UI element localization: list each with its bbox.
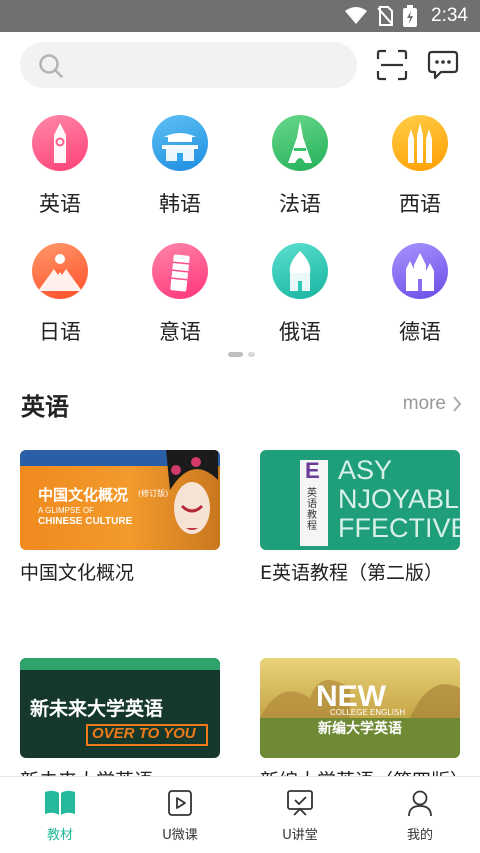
cover-title: 新编大学英语 <box>318 721 402 737</box>
status-time: 2:34 <box>431 5 468 26</box>
book-cover[interactable]: 新未来大学英语 OVER TO YOU <box>20 658 220 758</box>
leaning-tower-icon <box>152 243 208 299</box>
tab-label: U微课 <box>162 828 198 843</box>
book-card[interactable]: E 英语教程 ASY NJOYABLE FFECTIVE E英语教程（第二版） <box>260 450 460 587</box>
lecture-icon <box>287 790 313 816</box>
user-icon <box>408 790 432 817</box>
category-label: 法语 <box>279 192 321 216</box>
book-title: E英语教程（第二版） <box>260 562 444 584</box>
more-label: more <box>402 393 446 414</box>
tab-label: U讲堂 <box>282 828 318 843</box>
book-card[interactable]: 中国文化概况 (修订版) A GLIMPSE OF CHINESE CULTUR… <box>20 450 220 587</box>
big-ben-icon <box>32 115 88 171</box>
category-label: 俄语 <box>279 320 321 344</box>
tab-micro-lessons[interactable]: U微课 <box>120 789 240 843</box>
sagrada-familia-icon <box>392 115 448 171</box>
book-card[interactable]: 新未来大学英语 OVER TO YOU 新未来大学英语 <box>20 658 220 795</box>
category-label: 英语 <box>39 192 81 216</box>
onion-dome-icon <box>272 243 328 299</box>
tab-lectures[interactable]: U讲堂 <box>240 789 360 843</box>
tab-profile[interactable]: 我的 <box>360 789 480 843</box>
category-russian[interactable]: 俄语 <box>240 243 360 346</box>
book-title: 中国文化概况 <box>20 562 135 584</box>
wifi-icon <box>345 7 368 24</box>
category-german[interactable]: 德语 <box>360 243 480 346</box>
category-italian[interactable]: 意语 <box>120 243 240 346</box>
cover-subtitle: COLLEGE ENGLISH <box>330 708 406 717</box>
cover-title: 中国文化概况 <box>38 486 129 504</box>
book-card[interactable]: NEW COLLEGE ENGLISH 新编大学英语 新编大学英语（第四版） <box>260 658 469 795</box>
book-cover[interactable]: NEW COLLEGE ENGLISH 新编大学英语 <box>260 658 460 758</box>
mount-fuji-icon <box>32 243 88 299</box>
cover-slogan: ASY NJOYABLE FFECTIVE <box>338 455 460 543</box>
category-japanese[interactable]: 日语 <box>0 243 120 346</box>
play-icon <box>168 790 192 816</box>
category-label: 西语 <box>399 192 441 216</box>
category-french[interactable]: 法语 <box>240 115 360 218</box>
category-label: 意语 <box>159 320 201 344</box>
cover-subtitle: CHINESE CULTURE <box>38 516 133 527</box>
cover-subtitle: OVER TO YOU <box>92 725 196 742</box>
scan-icon[interactable] <box>376 49 408 81</box>
cover-title: 英语教程 <box>307 488 317 532</box>
category-label: 日语 <box>39 320 81 344</box>
cover-title: 新未来大学英语 <box>30 698 164 720</box>
category-label: 德语 <box>399 320 441 344</box>
category-english[interactable]: 英语 <box>0 115 120 218</box>
category-korean[interactable]: 韩语 <box>120 115 240 218</box>
section-title: 英语 <box>21 393 69 421</box>
search-icon <box>39 54 63 78</box>
battery-icon <box>403 5 418 27</box>
tab-label: 我的 <box>406 828 433 843</box>
tab-label: 教材 <box>46 828 73 843</box>
tab-textbooks[interactable]: 教材 <box>0 789 120 843</box>
castle-icon <box>392 243 448 299</box>
search-input[interactable] <box>20 42 357 88</box>
no-sim-icon <box>377 6 394 26</box>
chevron-right-icon <box>453 396 462 412</box>
book-cover[interactable]: E 英语教程 ASY NJOYABLE FFECTIVE <box>260 450 460 550</box>
cover-subtitle: A GLIMPSE OF <box>38 506 95 515</box>
more-link[interactable]: more <box>403 393 462 415</box>
palace-icon <box>152 115 208 171</box>
opera-mask-illustration <box>166 450 218 534</box>
category-spanish[interactable]: 西语 <box>360 115 480 218</box>
cover-letter: E <box>305 458 320 483</box>
bottom-tab-bar: 教材 U微课 U讲堂 我的 <box>0 776 480 853</box>
message-icon[interactable] <box>427 50 459 80</box>
book-cover[interactable]: 中国文化概况 (修订版) A GLIMPSE OF CHINESE CULTUR… <box>20 450 220 550</box>
page-indicator <box>228 352 255 357</box>
eiffel-tower-icon <box>272 115 328 171</box>
book-icon <box>45 790 75 815</box>
status-bar: 2:34 <box>0 0 480 32</box>
category-label: 韩语 <box>159 192 201 216</box>
